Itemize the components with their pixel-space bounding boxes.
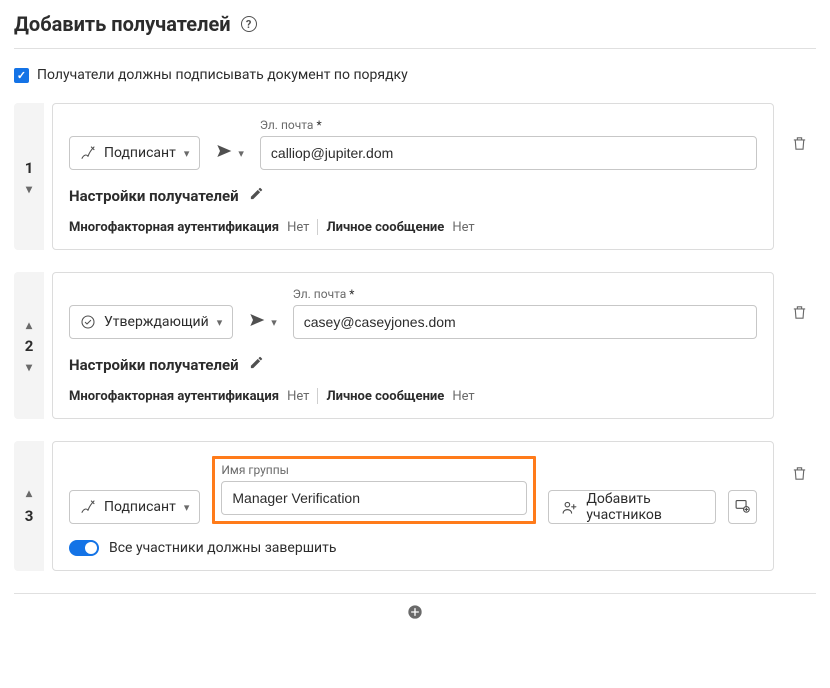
group-name-field[interactable] [221, 481, 527, 515]
chevron-down-icon: ▾ [184, 501, 190, 514]
mfa-label: Многофакторная аутентификация [69, 389, 279, 404]
role-label: Утверждающий [104, 314, 209, 330]
private-msg-value: Нет [452, 220, 474, 235]
email-field[interactable] [260, 136, 757, 170]
order-index: 2 [25, 337, 34, 355]
role-select[interactable]: Подписант ▾ [69, 136, 200, 170]
order-index: 3 [25, 507, 34, 525]
chevron-down-icon: ▾ [271, 316, 277, 329]
sign-in-order-label: Получатели должны подписывать документ п… [37, 67, 408, 83]
group-settings-button[interactable] [728, 490, 757, 524]
divider [317, 219, 318, 235]
delivery-select[interactable]: ▾ [210, 136, 250, 170]
group-name-highlight: Имя группы [212, 456, 536, 524]
recipient-settings-label: Настройки получателей [69, 187, 239, 205]
order-index: 1 [25, 159, 34, 177]
add-members-button[interactable]: Добавить участников [548, 490, 716, 524]
delete-icon[interactable] [791, 304, 808, 325]
recipient-row: ▴ 2 ▾ Утверждающий ▾ ▾ Эл. почта * [14, 272, 816, 419]
mfa-label: Многофакторная аутентификация [69, 220, 279, 235]
all-must-complete-label: Все участники должны завершить [109, 540, 336, 556]
add-recipient-button[interactable] [407, 604, 423, 625]
recipient-row: 1 ▾ Подписант ▾ ▾ Эл. почта * [14, 103, 816, 250]
role-select[interactable]: Подписант ▾ [69, 490, 200, 524]
email-field[interactable] [293, 305, 757, 339]
private-msg-label: Личное сообщение [326, 389, 444, 404]
add-members-label: Добавить участников [586, 491, 703, 523]
order-handle[interactable]: 1 ▾ [14, 103, 44, 250]
chevron-down-icon: ▾ [184, 147, 190, 160]
group-name-label: Имя группы [221, 463, 527, 477]
delete-icon[interactable] [791, 465, 808, 486]
mfa-value: Нет [287, 389, 309, 404]
recipient-settings-label: Настройки получателей [69, 356, 239, 374]
role-label: Подписант [104, 145, 176, 161]
chevron-up-icon[interactable]: ▴ [26, 487, 32, 499]
delete-icon[interactable] [791, 135, 808, 156]
approver-icon [80, 314, 96, 330]
chevron-down-icon: ▾ [238, 147, 244, 160]
user-plus-icon [561, 499, 578, 516]
email-label: Эл. почта * [293, 287, 757, 301]
chevron-down-icon[interactable]: ▾ [26, 183, 32, 195]
all-must-complete-toggle[interactable] [69, 540, 99, 556]
help-icon[interactable]: ? [241, 16, 257, 32]
divider [317, 388, 318, 404]
email-label: Эл. почта * [260, 118, 757, 132]
order-handle[interactable]: ▴ 2 ▾ [14, 272, 44, 419]
chevron-up-icon[interactable]: ▴ [26, 319, 32, 331]
paper-plane-icon [216, 143, 232, 163]
private-msg-value: Нет [452, 389, 474, 404]
private-msg-label: Личное сообщение [326, 220, 444, 235]
paper-plane-icon [249, 312, 265, 332]
role-select[interactable]: Утверждающий ▾ [69, 305, 233, 339]
signer-icon [80, 145, 96, 161]
page-title: Добавить получателей [14, 12, 231, 36]
mfa-value: Нет [287, 220, 309, 235]
group-gear-icon [734, 497, 751, 518]
edit-icon[interactable] [249, 355, 264, 374]
sign-in-order-checkbox[interactable]: ✓ [14, 68, 29, 83]
chevron-down-icon: ▾ [217, 316, 223, 329]
chevron-down-icon[interactable]: ▾ [26, 361, 32, 373]
edit-icon[interactable] [249, 186, 264, 205]
signer-icon [80, 499, 96, 515]
recipient-group-row: ▴ 3 Подписант ▾ Имя группы Добавить учас… [14, 441, 816, 571]
order-handle[interactable]: ▴ 3 [14, 441, 44, 571]
role-label: Подписант [104, 499, 176, 515]
delivery-select[interactable]: ▾ [243, 305, 283, 339]
